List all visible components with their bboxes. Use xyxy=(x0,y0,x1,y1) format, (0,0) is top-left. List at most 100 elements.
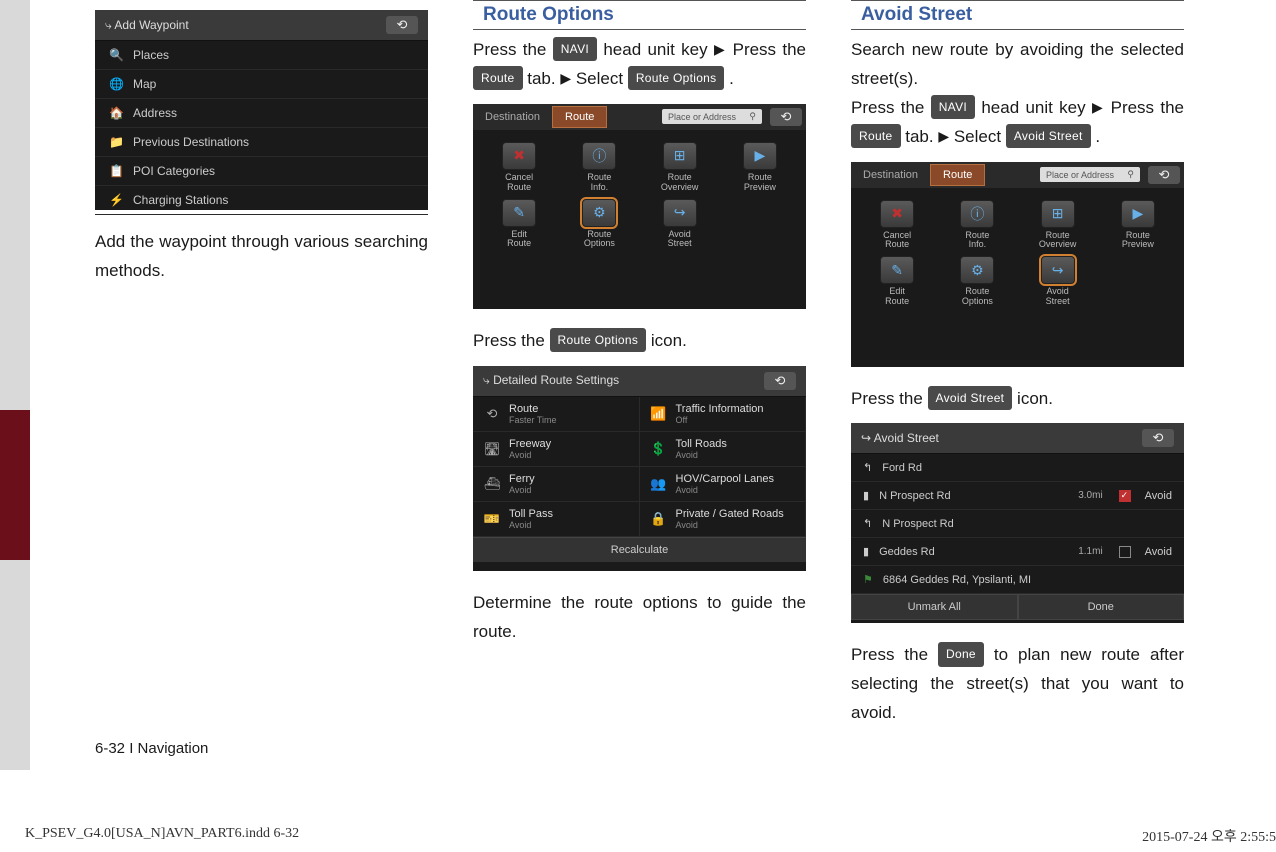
street-row[interactable]: ⚑6864 Geddes Rd, Ypsilanti, MI xyxy=(851,566,1184,594)
grid-label: RouteInfo. xyxy=(587,173,611,193)
tab-route[interactable]: Route xyxy=(930,164,985,186)
detail-setting-item[interactable]: 🔒Private / Gated RoadsAvoid xyxy=(640,502,807,537)
route-grid-item[interactable]: ⊞RouteOverview xyxy=(1018,200,1098,251)
setting-icon: 🛣 xyxy=(483,441,501,457)
street-row[interactable]: ▮Geddes Rd1.1miAvoid xyxy=(851,538,1184,566)
back-button[interactable]: ⟲ xyxy=(1148,166,1180,184)
arrow-icon: ▶ xyxy=(1092,99,1104,115)
back-button[interactable]: ⟲ xyxy=(1142,429,1174,447)
column-2: Route Options Press the NAVI head unit k… xyxy=(473,0,806,728)
route-options-tag: Route Options xyxy=(550,328,647,352)
detail-setting-item[interactable]: 🎫Toll PassAvoid xyxy=(473,502,640,537)
tab-destination[interactable]: Destination xyxy=(851,165,930,185)
detail-setting-item[interactable]: ⛴FerryAvoid xyxy=(473,467,640,502)
route-grid-item[interactable]: ✖CancelRoute xyxy=(857,200,937,251)
arrow-icon: ▶ xyxy=(938,128,949,144)
menu-item[interactable]: 📁Previous Destinations xyxy=(95,128,428,157)
indesign-footer: K_PSEV_G4.0[USA_N]AVN_PART6.indd 6-32 20… xyxy=(25,826,1276,846)
grid-label: EditRoute xyxy=(507,230,531,250)
unmark-all-button[interactable]: Unmark All xyxy=(851,594,1018,620)
back-button[interactable]: ⟲ xyxy=(386,16,418,34)
grid-label: RouteInfo. xyxy=(965,231,989,251)
route-grid-item[interactable]: ⊞ RouteOverview xyxy=(640,142,720,193)
grid-label: RoutePreview xyxy=(744,173,776,193)
menu-item[interactable]: 🏠Address xyxy=(95,99,428,128)
route-grid-item[interactable]: ⚙RouteOptions xyxy=(937,256,1017,307)
detail-setting-item[interactable]: 📶Traffic InformationOff xyxy=(640,397,807,432)
setting-value: Faster Time xyxy=(509,415,557,425)
search-input[interactable]: Place or Address⚲ xyxy=(1040,167,1140,182)
setting-name: Route xyxy=(509,403,557,415)
street-name: 6864 Geddes Rd, Ypsilanti, MI xyxy=(883,574,1031,586)
recalculate-button[interactable]: Recalculate xyxy=(473,537,806,562)
menu-item[interactable]: 🔍Places xyxy=(95,41,428,70)
detail-setting-item[interactable]: 👥HOV/Carpool LanesAvoid xyxy=(640,467,807,502)
grid-label: RouteOverview xyxy=(1039,231,1077,251)
route-grid-item[interactable]: ⓘRouteInfo. xyxy=(937,200,1017,251)
grid-icon: ↪ xyxy=(663,199,697,227)
detail-setting-item[interactable]: 💲Toll RoadsAvoid xyxy=(640,432,807,467)
route-grid-item[interactable]: ↪AvoidStreet xyxy=(1018,256,1098,307)
tab-destination[interactable]: Destination xyxy=(473,107,552,127)
detail-setting-item[interactable]: 🛣FreewayAvoid xyxy=(473,432,640,467)
route-grid-item[interactable]: ⚙RouteOptions xyxy=(559,199,639,250)
back-button[interactable]: ⟲ xyxy=(764,372,796,390)
search-icon: ⚲ xyxy=(749,111,756,122)
grid-label: CancelRoute xyxy=(883,231,911,251)
grid-icon: ↪ xyxy=(1041,256,1075,284)
route-grid-item[interactable]: ↪AvoidStreet xyxy=(640,199,720,250)
column-1: ⤷ Add Waypoint ⟲ 🔍Places🌐Map🏠Address📁Pre… xyxy=(95,0,428,728)
menu-icon: 📁 xyxy=(109,135,123,149)
menu-item[interactable]: 🌐Map xyxy=(95,70,428,99)
detail-setting-item[interactable]: ⟲RouteFaster Time xyxy=(473,397,640,432)
menu-label: Address xyxy=(133,106,177,120)
col2-para2: Press the Route Options icon. xyxy=(473,327,806,356)
search-input[interactable]: Place or Address⚲ xyxy=(662,109,762,124)
route-grid-item[interactable]: ▶RoutePreview xyxy=(720,142,800,193)
screenshot-route-menu-1: Destination Route Place or Address⚲ ⟲ ✖C… xyxy=(473,104,806,309)
grid-icon: ⊞ xyxy=(663,142,697,170)
route-grid-item[interactable]: ✖CancelRoute xyxy=(479,142,559,193)
menu-item[interactable]: ⚡Charging Stations xyxy=(95,186,428,215)
tab-route[interactable]: Route xyxy=(552,106,607,128)
avoid-checkbox[interactable] xyxy=(1119,490,1131,502)
route-tab-tag: Route xyxy=(851,124,901,148)
menu-icon: ⚡ xyxy=(109,193,123,207)
screenshot-route-menu-2: Destination Route Place or Address⚲ ⟲ ✖C… xyxy=(851,162,1184,367)
street-row[interactable]: ↰N Prospect Rd xyxy=(851,510,1184,538)
street-row[interactable]: ↰Ford Rd xyxy=(851,454,1184,482)
street-row[interactable]: ▮N Prospect Rd3.0miAvoid xyxy=(851,482,1184,510)
setting-icon: 🎫 xyxy=(483,511,501,527)
route-grid-item[interactable]: ⓘRouteInfo. xyxy=(559,142,639,193)
route-grid-item[interactable]: ✎EditRoute xyxy=(857,256,937,307)
menu-label: POI Categories xyxy=(133,164,215,178)
grid-icon: ⚙ xyxy=(960,256,994,284)
street-distance: 1.1mi xyxy=(1078,546,1102,557)
route-grid-item[interactable]: ✎EditRoute xyxy=(479,199,559,250)
grid-icon: ✖ xyxy=(502,142,536,170)
route-grid-item[interactable]: ▶RoutePreview xyxy=(1098,200,1178,251)
arrow-icon: ▶ xyxy=(714,41,726,57)
grid-label: RouteOverview xyxy=(661,173,699,193)
avoid-label: Avoid xyxy=(1145,546,1172,558)
route-options-heading: Route Options xyxy=(473,0,806,30)
avoid-checkbox[interactable] xyxy=(1119,546,1131,558)
street-name: N Prospect Rd xyxy=(879,490,951,502)
menu-icon: 📋 xyxy=(109,164,123,178)
waypoint-icon: ⤷ xyxy=(105,18,112,32)
page-edge-rail xyxy=(0,0,30,770)
grid-label: RouteOptions xyxy=(584,230,615,250)
indd-file: K_PSEV_G4.0[USA_N]AVN_PART6.indd 6-32 xyxy=(25,826,299,846)
menu-item[interactable]: 📋 POI Categories xyxy=(95,157,428,186)
col2-para3: Determine the route options to guide the… xyxy=(473,589,806,647)
search-icon: ⚲ xyxy=(1127,169,1134,180)
menu-label: Places xyxy=(133,48,169,62)
col2-para1: Press the NAVI head unit key ▶ Press the… xyxy=(473,36,806,94)
street-name: N Prospect Rd xyxy=(882,518,954,530)
back-button[interactable]: ⟲ xyxy=(770,108,802,126)
done-button[interactable]: Done xyxy=(1018,594,1185,620)
grid-label: RoutePreview xyxy=(1122,231,1154,251)
col3-para3: Press the Done to plan new route after s… xyxy=(851,641,1184,728)
menu-icon: 🌐 xyxy=(109,77,123,91)
navi-key-tag: NAVI xyxy=(931,95,975,119)
